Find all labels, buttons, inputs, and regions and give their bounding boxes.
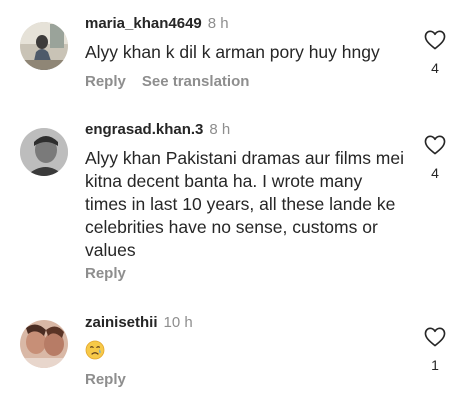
- username[interactable]: engrasad.khan.3: [85, 121, 203, 138]
- heart-icon[interactable]: [424, 30, 446, 50]
- like-count: 4: [431, 165, 439, 181]
- comment-text: Alyy khan k dil k arman pory huy hngy: [85, 42, 380, 62]
- like-control: 4: [418, 135, 452, 181]
- reply-button[interactable]: Reply: [85, 371, 126, 388]
- comment-text: Alyy khan Pakistani dramas aur films mei…: [85, 148, 404, 260]
- comment-meta: zainisethii 10 h: [85, 314, 193, 332]
- comment-actions: Reply See translation: [85, 73, 249, 91]
- username[interactable]: zainisethii: [85, 314, 158, 331]
- reply-button[interactable]: Reply: [85, 73, 126, 90]
- heart-icon[interactable]: [424, 135, 446, 155]
- crying-face-icon: [85, 340, 105, 360]
- comment-actions: Reply: [85, 265, 126, 283]
- like-count: 4: [431, 60, 439, 76]
- like-control: 1: [418, 327, 452, 373]
- avatar[interactable]: [20, 128, 68, 176]
- comment-actions: Reply: [85, 371, 126, 389]
- timestamp: 10 h: [163, 314, 193, 331]
- comment-meta: engrasad.khan.3 8 h: [85, 121, 230, 139]
- like-count: 1: [431, 357, 439, 373]
- like-control: 4: [418, 30, 452, 76]
- timestamp: 8 h: [207, 15, 229, 32]
- avatar[interactable]: [20, 320, 68, 368]
- comment-emoji-row: [85, 340, 405, 366]
- reply-button[interactable]: Reply: [85, 265, 126, 282]
- comment-meta: maria_khan4649 8 h: [85, 15, 229, 33]
- timestamp: 8 h: [209, 121, 231, 138]
- heart-icon[interactable]: [424, 327, 446, 347]
- username[interactable]: maria_khan4649: [85, 15, 202, 32]
- avatar[interactable]: [20, 22, 68, 70]
- see-translation-button[interactable]: See translation: [142, 73, 250, 90]
